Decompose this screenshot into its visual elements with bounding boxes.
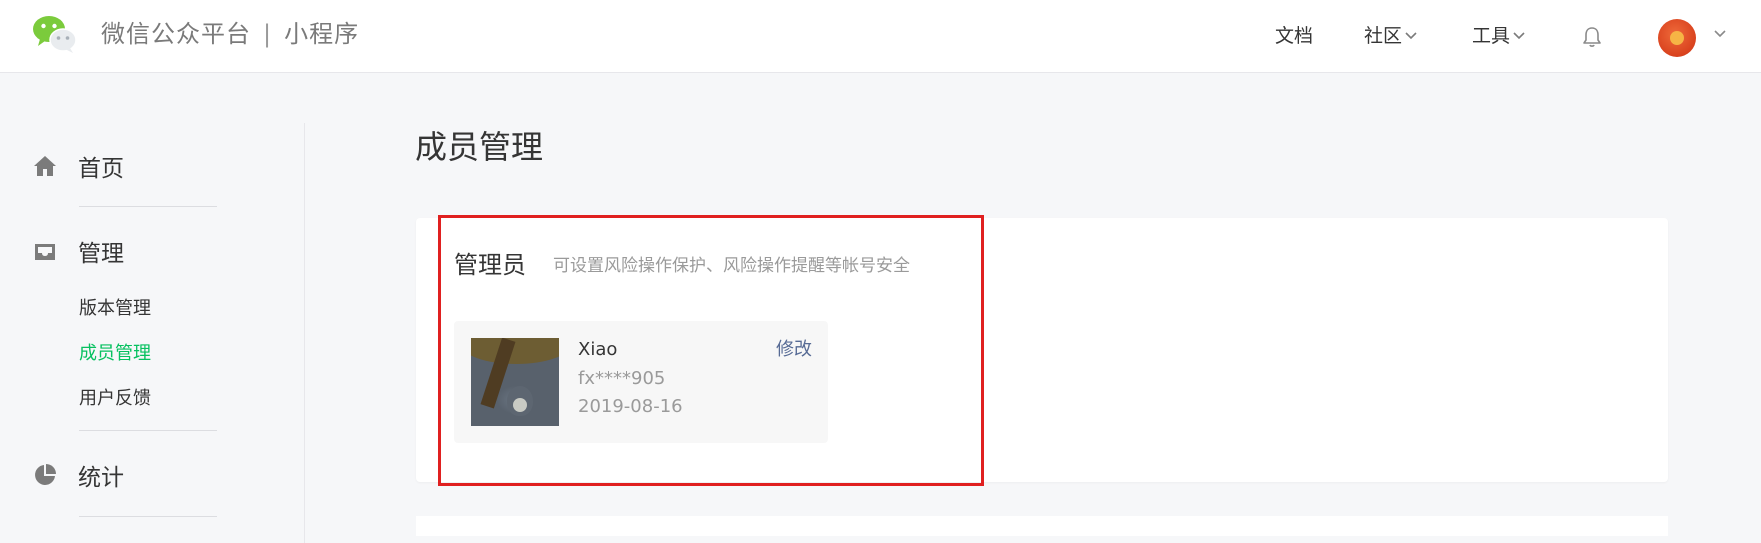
admin-member-card: Xiao fx****905 2019-08-16 修改 — [454, 321, 828, 443]
brand-title[interactable]: 微信公众平台 | 小程序 — [101, 16, 359, 52]
sidebar-item-statistics[interactable]: 统计 — [32, 458, 124, 492]
sidebar-separator — [79, 430, 217, 431]
top-bar: 微信公众平台 | 小程序 文档 社区 工具 — [0, 0, 1761, 73]
bell-icon[interactable] — [1580, 25, 1604, 49]
member-date: 2019-08-16 — [578, 396, 683, 417]
admin-section-title: 管理员 — [454, 251, 526, 279]
brand-product: 小程序 — [284, 20, 360, 48]
nav-docs[interactable]: 文档 — [1275, 22, 1313, 50]
sidebar-item-home[interactable]: 首页 — [32, 149, 124, 183]
sidebar-separator — [79, 206, 217, 207]
sidebar-item-label: 管理 — [78, 241, 124, 267]
next-card — [416, 516, 1668, 536]
brand-separator: | — [263, 20, 273, 48]
sidebar-separator — [79, 516, 217, 517]
sidebar-item-member-management[interactable]: 成员管理 — [79, 342, 151, 366]
sidebar-item-version-management[interactable]: 版本管理 — [79, 297, 151, 321]
nav-community-label: 社区 — [1364, 25, 1403, 47]
nav-docs-label: 文档 — [1275, 25, 1314, 47]
sidebar-item-manage[interactable]: 管理 — [32, 234, 124, 268]
brand-name: 微信公众平台 — [101, 20, 251, 48]
home-icon — [34, 156, 56, 176]
nav-tools-label: 工具 — [1472, 25, 1511, 47]
page-title: 成员管理 — [415, 128, 544, 166]
sidebar-item-label: 首页 — [78, 156, 124, 182]
sidebar-item-user-feedback[interactable]: 用户反馈 — [79, 387, 151, 411]
account-avatar[interactable] — [1658, 19, 1696, 57]
sidebar-item-label: 统计 — [78, 465, 124, 491]
member-avatar — [471, 338, 559, 426]
pie-chart-icon — [35, 464, 56, 485]
member-id: fx****905 — [578, 368, 666, 389]
nav-community[interactable]: 社区 — [1364, 22, 1417, 50]
sidebar — [0, 73, 305, 543]
chevron-down-icon — [1405, 32, 1417, 40]
chevron-down-icon[interactable] — [1713, 27, 1727, 41]
member-name: Xiao — [578, 339, 618, 360]
sidebar-divider — [304, 123, 305, 543]
inbox-icon — [35, 244, 55, 260]
wechat-logo-icon[interactable] — [32, 14, 78, 54]
chevron-down-icon — [1513, 32, 1525, 40]
admin-section-description: 可设置风险操作保护、风险操作提醒等帐号安全 — [553, 256, 910, 276]
edit-admin-link[interactable]: 修改 — [776, 338, 812, 362]
nav-tools[interactable]: 工具 — [1472, 22, 1525, 50]
